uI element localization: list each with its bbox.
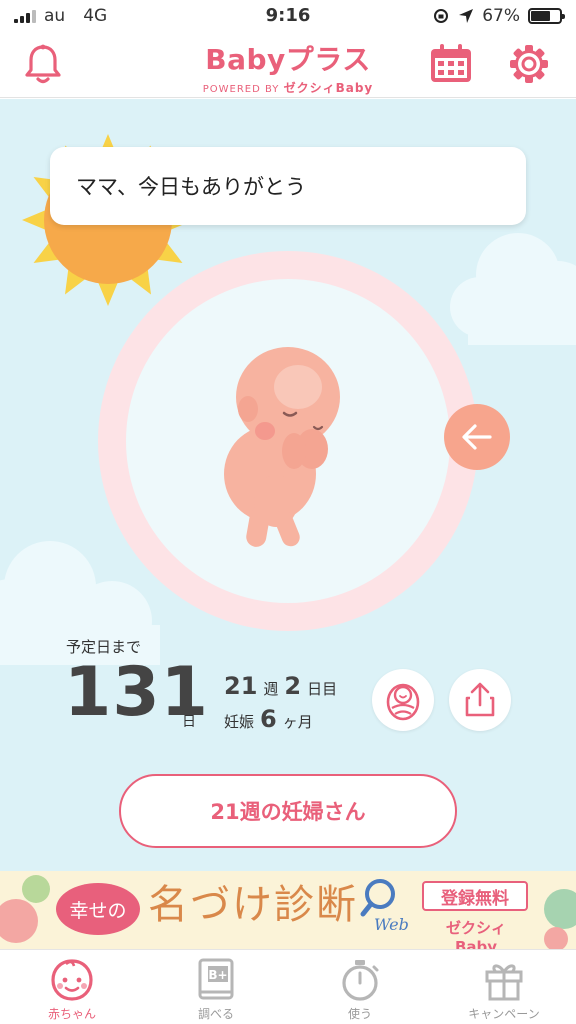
orientation-lock-icon — [434, 9, 449, 23]
logo-sub: POWERED BY ゼクシィBaby — [0, 79, 576, 96]
pregnancy-month-line: 妊娠 6 ヶ月 — [224, 705, 313, 733]
logo-powered: POWERED BY — [202, 84, 280, 95]
month-unit: ヶ月 — [282, 713, 313, 731]
week-unit: 週 — [263, 680, 279, 698]
settings-gear-icon[interactable] — [505, 40, 553, 88]
banner-bubble-text: 幸せの — [56, 883, 140, 935]
weekly-pregnant-woman-button[interactable]: 21週の妊婦さん — [119, 774, 457, 848]
days-unit: 日 — [182, 714, 196, 730]
pregnancy-label: 妊娠 — [224, 713, 255, 731]
banner-title: 名づけ診断 — [148, 882, 358, 928]
tab-baby[interactable]: 赤ちゃん — [0, 950, 144, 1024]
bottom-tab-bar: 赤ちゃん B+ 調べる 使う キャンペーン — [0, 949, 576, 1024]
banner-web-text: Web — [374, 915, 409, 934]
pregnancy-week-line: 21 週 2 日目 — [224, 672, 337, 700]
tab-label: 使う — [347, 1007, 372, 1021]
status-right: 67% — [432, 6, 565, 26]
battery-icon — [528, 8, 565, 24]
fetus-illustration[interactable] — [200, 339, 380, 559]
tab-campaign[interactable]: キャンペーン — [432, 950, 576, 1024]
baby-info-button[interactable] — [372, 669, 434, 731]
swaddled-baby-icon — [386, 683, 420, 721]
week-number: 21 — [224, 672, 258, 700]
month-number: 6 — [260, 705, 277, 733]
tab-label: キャンペーン — [468, 1007, 540, 1021]
cloud-right-illustration — [450, 233, 576, 345]
day-unit: 日目 — [307, 680, 338, 698]
arrow-left-icon — [462, 424, 492, 450]
stopwatch-icon — [342, 960, 379, 1001]
day-number: 2 — [284, 672, 302, 700]
banner-register-free: 登録無料 — [422, 881, 528, 911]
tab-label: 赤ちゃん — [47, 1007, 96, 1021]
tab-use[interactable]: 使う — [288, 950, 432, 1024]
back-arrow-button[interactable] — [444, 404, 510, 470]
logo-brand: ゼクシィBaby — [283, 81, 374, 95]
flower-decoration — [0, 875, 50, 943]
svg-text:B+: B+ — [208, 968, 227, 982]
calendar-icon[interactable] — [427, 40, 475, 88]
location-arrow-icon — [459, 9, 474, 23]
greeting-message: ママ、今日もありがとう — [76, 175, 306, 199]
ad-banner[interactable]: 幸せの 名づけ診断 Web 登録無料 ゼクシィBaby — [0, 871, 576, 949]
app-header: Babyプラス POWERED BY ゼクシィBaby — [0, 34, 576, 98]
logo-main: Babyプラス — [205, 43, 371, 76]
baby-face-icon — [51, 959, 93, 1001]
status-bar: au 4G 9:16 67% — [0, 0, 576, 34]
share-button[interactable] — [449, 669, 511, 731]
greeting-speech-bubble: ママ、今日もありがとう — [50, 147, 526, 225]
app-logo: Babyプラス POWERED BY ゼクシィBaby — [0, 38, 576, 96]
leaf-decoration — [544, 889, 576, 949]
tab-search[interactable]: B+ 調べる — [144, 950, 288, 1024]
banner-brand: ゼクシィBaby — [445, 919, 506, 949]
gift-icon — [485, 964, 523, 1001]
baby-main-view: ママ、今日もありがとう 予定日まで 131 日 21 週 2 日目 妊娠 6 ヶ… — [0, 99, 576, 871]
battery-percent: 67% — [482, 6, 520, 26]
book-icon: B+ — [198, 958, 234, 1000]
tab-label: 調べる — [197, 1007, 234, 1021]
share-icon — [465, 682, 495, 717]
